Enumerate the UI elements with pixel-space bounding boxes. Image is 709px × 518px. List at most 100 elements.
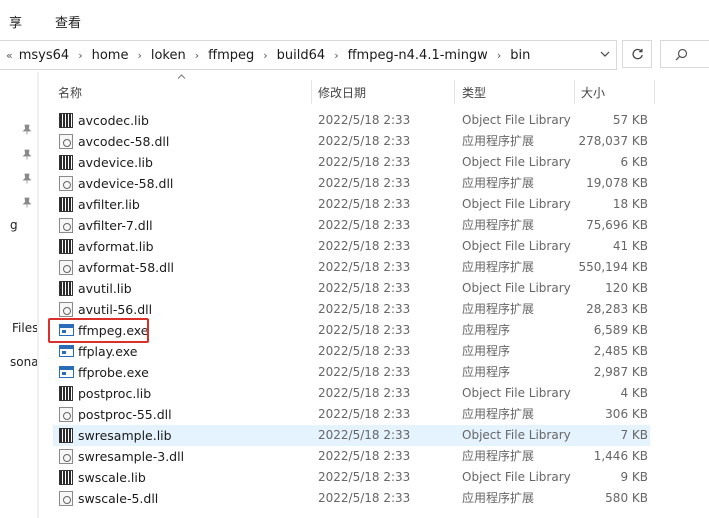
file-type: 应用程序扩展 — [462, 407, 535, 421]
address-bar-area: « msys64 › home › loken › ffmpeg › build… — [0, 38, 709, 72]
file-row[interactable]: ffprobe.exe 2022/5/18 2:33 应用程序 2,987 KB — [0, 362, 709, 383]
file-type: 应用程序 — [462, 323, 511, 337]
file-name: avutil-56.dll — [78, 302, 153, 317]
file-name: avdevice-58.dll — [78, 176, 174, 191]
file-row[interactable]: avdevice-58.dll 2022/5/18 2:33 应用程序扩展 19,07… — [0, 173, 709, 194]
file-row[interactable]: avcodec-58.dll 2022/5/18 2:33 应用程序扩展 278,03… — [0, 131, 709, 152]
file-row[interactable]: avcodec.lib 2022/5/18 2:33 Object File Lib… — [0, 110, 709, 131]
breadcrumb-ffmpeg[interactable]: ffmpeg — [204, 48, 258, 63]
column-header-date[interactable]: 修改日期 — [318, 80, 448, 104]
file-row[interactable]: avformat-58.dll 2022/5/18 2:33 应用程序扩展 550,1… — [0, 257, 709, 278]
file-type: Object File Library — [462, 239, 571, 253]
file-row[interactable]: avutil.lib 2022/5/18 2:33 Object File Libr… — [0, 278, 709, 299]
file-name: avutil.lib — [78, 281, 132, 296]
file-size: 1,446 KB — [593, 449, 648, 463]
column-divider[interactable] — [574, 80, 575, 104]
dll-file-icon — [59, 260, 73, 275]
file-type: 应用程序 — [462, 344, 511, 358]
file-type: Object File Library — [462, 113, 571, 127]
file-row[interactable]: swresample.lib 2022/5/18 2:33 Object File … — [0, 425, 709, 446]
column-divider[interactable] — [654, 80, 655, 104]
file-modified-date: 2022/5/18 2:33 — [318, 239, 411, 253]
ribbon-tab-share[interactable]: 享 — [9, 12, 22, 31]
overflow-chevron-icon[interactable]: « — [0, 49, 15, 62]
file-row[interactable]: avformat.lib 2022/5/18 2:33 Object File Li… — [0, 236, 709, 257]
file-row[interactable]: postproc-55.dll 2022/5/18 2:33 应用程序扩展 306 K… — [0, 404, 709, 425]
file-modified-date: 2022/5/18 2:33 — [318, 302, 411, 316]
file-size: 75,696 KB — [586, 218, 648, 232]
file-type: Object File Library — [462, 197, 571, 211]
file-size: 6 KB — [620, 155, 648, 169]
address-bar[interactable]: « msys64 › home › loken › ffmpeg › build… — [0, 40, 617, 70]
column-divider[interactable] — [454, 80, 455, 104]
file-row[interactable]: avutil-56.dll 2022/5/18 2:33 应用程序扩展 28,283 … — [0, 299, 709, 320]
breadcrumb-separator-icon[interactable]: › — [190, 49, 204, 62]
refresh-button[interactable] — [622, 40, 652, 68]
highlight-box — [48, 318, 149, 343]
file-size: 41 KB — [612, 239, 648, 253]
file-size: 550,194 KB — [578, 260, 648, 274]
file-name: swresample-3.dll — [78, 449, 185, 464]
library-file-icon — [59, 386, 73, 401]
breadcrumb-ffmpeg-n4.4.1-mingw[interactable]: ffmpeg-n4.4.1-mingw — [344, 48, 492, 63]
file-modified-date: 2022/5/18 2:33 — [318, 323, 411, 337]
breadcrumb-build64[interactable]: build64 — [273, 48, 330, 63]
column-header-type[interactable]: 类型 — [462, 80, 562, 104]
file-row[interactable]: ffplay.exe 2022/5/18 2:33 应用程序 2,485 KB — [0, 341, 709, 362]
library-file-icon — [59, 113, 73, 128]
file-modified-date: 2022/5/18 2:33 — [318, 365, 411, 379]
application-icon — [59, 366, 74, 378]
breadcrumb-separator-icon[interactable]: › — [73, 49, 87, 62]
address-dropdown-button[interactable] — [594, 40, 616, 68]
breadcrumb-home[interactable]: home — [88, 48, 133, 63]
file-row[interactable]: avdevice.lib 2022/5/18 2:33 Object File Li… — [0, 152, 709, 173]
file-modified-date: 2022/5/18 2:33 — [318, 113, 411, 127]
file-modified-date: 2022/5/18 2:33 — [318, 176, 411, 190]
dll-file-icon — [59, 134, 73, 149]
file-type: Object File Library — [462, 428, 571, 442]
file-size: 7 KB — [620, 428, 648, 442]
search-icon — [675, 48, 688, 60]
breadcrumb-separator-icon[interactable]: › — [258, 49, 272, 62]
library-file-icon — [59, 470, 73, 485]
file-size: 306 KB — [605, 407, 648, 421]
library-file-icon — [59, 197, 73, 212]
file-modified-date: 2022/5/18 2:33 — [318, 344, 411, 358]
breadcrumb-separator-icon[interactable]: › — [132, 49, 146, 62]
file-type: 应用程序 — [462, 365, 511, 379]
column-header-size[interactable]: 大小 — [581, 80, 641, 104]
column-divider[interactable] — [311, 80, 312, 104]
file-row[interactable]: swscale-5.dll 2022/5/18 2:33 应用程序扩展 580 KB — [0, 488, 709, 509]
file-modified-date: 2022/5/18 2:33 — [318, 470, 411, 484]
file-modified-date: 2022/5/18 2:33 — [318, 281, 411, 295]
file-type: 应用程序扩展 — [462, 491, 535, 505]
file-name: postproc.lib — [78, 386, 152, 401]
file-type: Object File Library — [462, 386, 571, 400]
file-name: avcodec-58.dll — [78, 134, 170, 149]
file-row[interactable]: swscale.lib 2022/5/18 2:33 Object File Lib… — [0, 467, 709, 488]
breadcrumb-separator-icon[interactable]: › — [329, 49, 343, 62]
ribbon: 享 查看 — [0, 0, 709, 38]
breadcrumb-loken[interactable]: loken — [147, 48, 190, 63]
file-row[interactable]: avfilter.lib 2022/5/18 2:33 Object File Li… — [0, 194, 709, 215]
file-size: 2,485 KB — [593, 344, 648, 358]
file-modified-date: 2022/5/18 2:33 — [318, 155, 411, 169]
column-header-name[interactable]: 名称 — [58, 80, 308, 104]
file-row[interactable]: avfilter-7.dll 2022/5/18 2:33 应用程序扩展 75,696… — [0, 215, 709, 236]
file-size: 19,078 KB — [586, 176, 648, 190]
breadcrumb-bin[interactable]: bin — [506, 48, 534, 63]
ribbon-tab-view[interactable]: 查看 — [55, 12, 81, 31]
file-size: 57 KB — [612, 113, 648, 127]
file-row[interactable]: swresample-3.dll 2022/5/18 2:33 应用程序扩展 1,44… — [0, 446, 709, 467]
chevron-down-icon — [600, 51, 610, 57]
search-box[interactable] — [660, 40, 709, 68]
file-name: avformat-58.dll — [78, 260, 175, 275]
breadcrumb-separator-icon[interactable]: › — [492, 49, 506, 62]
dll-file-icon — [59, 302, 73, 317]
file-modified-date: 2022/5/18 2:33 — [318, 197, 411, 211]
file-name: avfilter-7.dll — [78, 218, 153, 233]
file-row[interactable]: postproc.lib 2022/5/18 2:33 Object File Li… — [0, 383, 709, 404]
library-file-icon — [59, 155, 73, 170]
dll-file-icon — [59, 218, 73, 233]
breadcrumb-msys64[interactable]: msys64 — [15, 48, 73, 63]
